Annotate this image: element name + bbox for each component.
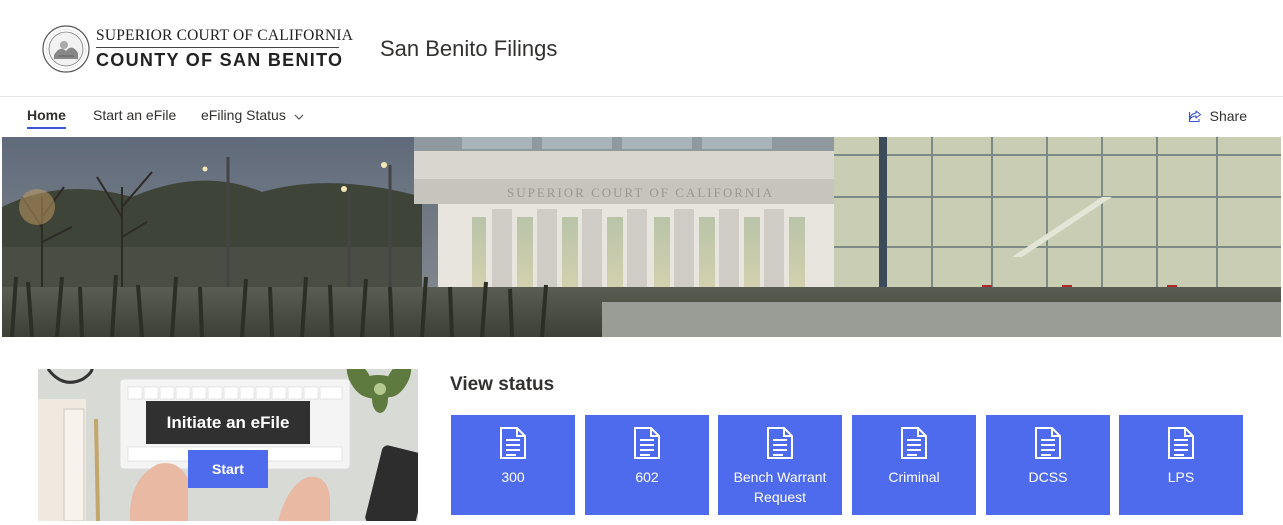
site-header: SUPERIOR COURT OF CALIFORNIA COUNTY OF S… bbox=[0, 0, 1283, 97]
logo-divider bbox=[96, 47, 339, 48]
status-button-bench-warrant-request[interactable]: Bench Warrant Request bbox=[718, 415, 842, 515]
status-button-lps[interactable]: LPS bbox=[1119, 415, 1243, 515]
nav-active-indicator bbox=[27, 127, 66, 129]
view-status-heading: View status bbox=[450, 374, 555, 395]
start-button[interactable]: Start bbox=[188, 450, 268, 488]
desk-keyboard-image bbox=[38, 369, 418, 521]
document-icon bbox=[767, 427, 793, 459]
status-button-label: LPS bbox=[1167, 469, 1195, 485]
status-button-label: Criminal bbox=[888, 469, 940, 485]
document-icon bbox=[634, 427, 660, 459]
document-icon bbox=[500, 427, 526, 459]
status-button-602[interactable]: 602 bbox=[585, 415, 709, 515]
share-icon bbox=[1188, 110, 1201, 123]
chevron-down-icon[interactable] bbox=[294, 112, 304, 122]
status-button-300[interactable]: 300 bbox=[451, 415, 575, 515]
logo-line-county: COUNTY OF SAN BENITO bbox=[96, 50, 344, 70]
court-seal-icon bbox=[42, 25, 90, 73]
status-button-label: DCSS bbox=[1028, 469, 1068, 485]
share-button[interactable]: Share bbox=[1188, 108, 1247, 124]
top-navigation: Home Start an eFile eFiling Status Share bbox=[0, 97, 1283, 137]
status-button-label: 300 bbox=[501, 469, 525, 485]
building-sign-text: SUPERIOR COURT OF CALIFORNIA bbox=[507, 185, 774, 200]
document-icon bbox=[901, 427, 927, 459]
court-logo[interactable]: SUPERIOR COURT OF CALIFORNIA COUNTY OF S… bbox=[42, 25, 353, 73]
status-button-criminal[interactable]: Criminal bbox=[852, 415, 976, 515]
status-button-label: 602 bbox=[635, 469, 659, 485]
initiate-efile-caption: Initiate an eFile bbox=[146, 401, 310, 444]
hero-banner-image: SUPERIOR COURT OF CALIFORNIA bbox=[2, 137, 1281, 337]
status-button-dcss[interactable]: DCSS bbox=[986, 415, 1110, 515]
logo-line-court: SUPERIOR COURT OF CALIFORNIA bbox=[96, 27, 354, 44]
nav-item-start-efile[interactable]: Start an eFile bbox=[93, 107, 176, 123]
site-title[interactable]: San Benito Filings bbox=[380, 36, 557, 62]
nav-item-home[interactable]: Home bbox=[27, 107, 66, 123]
status-button-label: Bench Warrant Request bbox=[733, 469, 827, 505]
share-label: Share bbox=[1209, 108, 1247, 124]
nav-item-efiling-status[interactable]: eFiling Status bbox=[201, 107, 286, 123]
document-icon bbox=[1035, 427, 1061, 459]
document-icon bbox=[1168, 427, 1194, 459]
initiate-efile-tile[interactable]: Initiate an eFile Start bbox=[38, 369, 418, 521]
